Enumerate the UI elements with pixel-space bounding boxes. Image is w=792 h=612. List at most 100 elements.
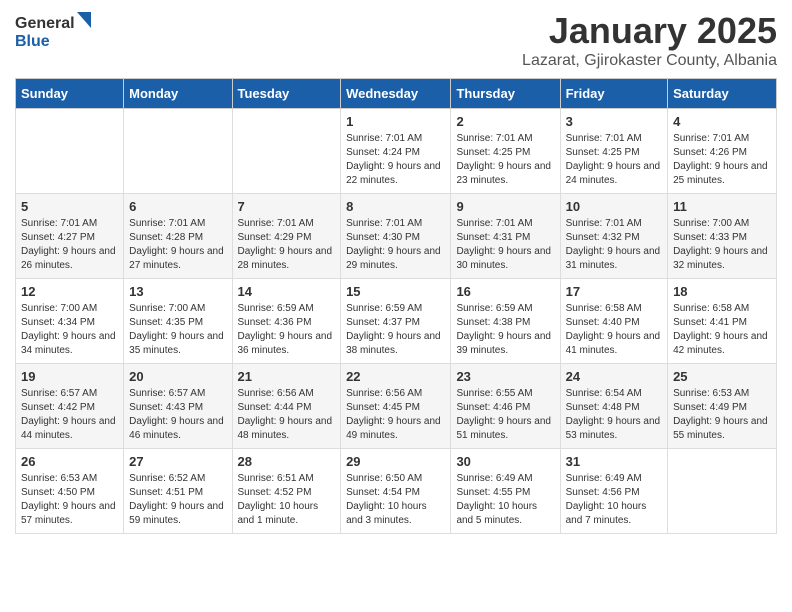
day-content: Sunrise: 7:01 AM Sunset: 4:27 PM Dayligh… xyxy=(21,217,118,273)
calendar-cell: 9 Sunrise: 7:01 AM Sunset: 4:31 PM Daylig… xyxy=(451,194,560,279)
day-number: 3 xyxy=(566,114,662,129)
day-number: 5 xyxy=(21,199,118,214)
day-content: Sunrise: 6:59 AM Sunset: 4:37 PM Dayligh… xyxy=(346,302,445,358)
calendar-cell: 7Sunrise: 7:01 AM Sunset: 4:29 PM Daylig… xyxy=(232,194,341,279)
day-number: 4 xyxy=(673,114,771,129)
day-content: Sunrise: 7:01 AM Sunset: 4:32 PM Dayligh… xyxy=(566,217,662,273)
day-content: Sunrise: 6:50 AM Sunset: 4:54 PM Dayligh… xyxy=(346,472,445,528)
logo: GeneralBlue xyxy=(15,10,95,50)
calendar-cell: 15 Sunrise: 6:59 AM Sunset: 4:37 PM Dayli… xyxy=(341,279,451,364)
calendar-week-row: 1 Sunrise: 7:01 AM Sunset: 4:24 PM Daylig… xyxy=(16,109,777,194)
calendar-cell: 2Sunrise: 7:01 AM Sunset: 4:25 PM Daylig… xyxy=(451,109,560,194)
day-content: Sunrise: 6:57 AM Sunset: 4:43 PM Dayligh… xyxy=(129,387,226,443)
header-monday: Monday xyxy=(124,79,232,109)
day-number: 25 xyxy=(673,369,771,384)
header-friday: Friday xyxy=(560,79,667,109)
calendar-cell: 14Sunrise: 6:59 AM Sunset: 4:36 PM Dayli… xyxy=(232,279,341,364)
day-content: Sunrise: 7:00 AM Sunset: 4:35 PM Dayligh… xyxy=(129,302,226,358)
calendar-cell: 10Sunrise: 7:01 AM Sunset: 4:32 PM Dayli… xyxy=(560,194,667,279)
day-number: 13 xyxy=(129,284,226,299)
day-number: 17 xyxy=(566,284,662,299)
svg-text:Blue: Blue xyxy=(15,33,50,50)
day-content: Sunrise: 6:53 AM Sunset: 4:50 PM Dayligh… xyxy=(21,472,118,528)
calendar-week-row: 12Sunrise: 7:00 AM Sunset: 4:34 PM Dayli… xyxy=(16,279,777,364)
day-content: Sunrise: 6:49 AM Sunset: 4:56 PM Dayligh… xyxy=(566,472,662,528)
day-content: Sunrise: 7:00 AM Sunset: 4:34 PM Dayligh… xyxy=(21,302,118,358)
day-content: Sunrise: 6:52 AM Sunset: 4:51 PM Dayligh… xyxy=(129,472,226,528)
day-content: Sunrise: 7:01 AM Sunset: 4:24 PM Dayligh… xyxy=(346,132,445,188)
day-number: 1 xyxy=(346,114,445,129)
day-content: Sunrise: 6:58 AM Sunset: 4:40 PM Dayligh… xyxy=(566,302,662,358)
calendar-cell: 19 Sunrise: 6:57 AM Sunset: 4:42 PM Dayli… xyxy=(16,364,124,449)
calendar-cell: 4 Sunrise: 7:01 AM Sunset: 4:26 PM Daylig… xyxy=(668,109,777,194)
day-number: 30 xyxy=(456,454,554,469)
day-number: 6 xyxy=(129,199,226,214)
day-content: Sunrise: 6:54 AM Sunset: 4:48 PM Dayligh… xyxy=(566,387,662,443)
day-number: 16 xyxy=(456,284,554,299)
day-number: 15 xyxy=(346,284,445,299)
calendar-cell xyxy=(16,109,124,194)
calendar-cell: 5 Sunrise: 7:01 AM Sunset: 4:27 PM Daylig… xyxy=(16,194,124,279)
day-number: 20 xyxy=(129,369,226,384)
header-saturday: Saturday xyxy=(668,79,777,109)
svg-text:General: General xyxy=(15,15,75,32)
calendar-cell: 26 Sunrise: 6:53 AM Sunset: 4:50 PM Dayli… xyxy=(16,449,124,534)
header-sunday: Sunday xyxy=(16,79,124,109)
day-content: Sunrise: 7:01 AM Sunset: 4:26 PM Dayligh… xyxy=(673,132,771,188)
day-content: Sunrise: 6:57 AM Sunset: 4:42 PM Dayligh… xyxy=(21,387,118,443)
calendar-cell: 30Sunrise: 6:49 AM Sunset: 4:55 PM Dayli… xyxy=(451,449,560,534)
calendar-location: Lazarat, Gjirokaster County, Albania xyxy=(522,52,777,70)
calendar-cell: 11 Sunrise: 7:00 AM Sunset: 4:33 PM Dayli… xyxy=(668,194,777,279)
page-header: GeneralBlue January 2025 Lazarat, Gjirok… xyxy=(15,10,777,70)
calendar-cell xyxy=(124,109,232,194)
day-number: 22 xyxy=(346,369,445,384)
calendar-cell: 16 Sunrise: 6:59 AM Sunset: 4:38 PM Dayli… xyxy=(451,279,560,364)
logo-graphic: GeneralBlue xyxy=(15,10,95,50)
calendar-cell: 12Sunrise: 7:00 AM Sunset: 4:34 PM Dayli… xyxy=(16,279,124,364)
calendar-table: Sunday Monday Tuesday Wednesday Thursday… xyxy=(15,78,777,534)
day-content: Sunrise: 6:51 AM Sunset: 4:52 PM Dayligh… xyxy=(238,472,336,528)
calendar-cell: 6 Sunrise: 7:01 AM Sunset: 4:28 PM Daylig… xyxy=(124,194,232,279)
calendar-cell: 28Sunrise: 6:51 AM Sunset: 4:52 PM Dayli… xyxy=(232,449,341,534)
day-content: Sunrise: 7:01 AM Sunset: 4:30 PM Dayligh… xyxy=(346,217,445,273)
day-number: 29 xyxy=(346,454,445,469)
day-number: 19 xyxy=(21,369,118,384)
calendar-cell: 25Sunrise: 6:53 AM Sunset: 4:49 PM Dayli… xyxy=(668,364,777,449)
day-number: 24 xyxy=(566,369,662,384)
day-number: 11 xyxy=(673,199,771,214)
calendar-cell: 23Sunrise: 6:55 AM Sunset: 4:46 PM Dayli… xyxy=(451,364,560,449)
day-number: 18 xyxy=(673,284,771,299)
day-content: Sunrise: 6:59 AM Sunset: 4:38 PM Dayligh… xyxy=(456,302,554,358)
calendar-week-row: 26 Sunrise: 6:53 AM Sunset: 4:50 PM Dayli… xyxy=(16,449,777,534)
day-number: 26 xyxy=(21,454,118,469)
day-content: Sunrise: 6:56 AM Sunset: 4:44 PM Dayligh… xyxy=(238,387,336,443)
calendar-cell xyxy=(668,449,777,534)
calendar-cell: 8 Sunrise: 7:01 AM Sunset: 4:30 PM Daylig… xyxy=(341,194,451,279)
calendar-cell: 29 Sunrise: 6:50 AM Sunset: 4:54 PM Dayli… xyxy=(341,449,451,534)
day-content: Sunrise: 7:01 AM Sunset: 4:25 PM Dayligh… xyxy=(566,132,662,188)
day-number: 9 xyxy=(456,199,554,214)
calendar-title: January 2025 xyxy=(522,10,777,52)
calendar-week-row: 19 Sunrise: 6:57 AM Sunset: 4:42 PM Dayli… xyxy=(16,364,777,449)
page-container: GeneralBlue January 2025 Lazarat, Gjirok… xyxy=(0,0,792,544)
title-block: January 2025 Lazarat, Gjirokaster County… xyxy=(522,10,777,70)
day-number: 8 xyxy=(346,199,445,214)
calendar-cell: 27 Sunrise: 6:52 AM Sunset: 4:51 PM Dayli… xyxy=(124,449,232,534)
calendar-cell: 1 Sunrise: 7:01 AM Sunset: 4:24 PM Daylig… xyxy=(341,109,451,194)
day-number: 27 xyxy=(129,454,226,469)
day-content: Sunrise: 6:58 AM Sunset: 4:41 PM Dayligh… xyxy=(673,302,771,358)
day-number: 21 xyxy=(238,369,336,384)
day-number: 7 xyxy=(238,199,336,214)
day-number: 2 xyxy=(456,114,554,129)
day-number: 31 xyxy=(566,454,662,469)
day-content: Sunrise: 7:00 AM Sunset: 4:33 PM Dayligh… xyxy=(673,217,771,273)
day-content: Sunrise: 6:56 AM Sunset: 4:45 PM Dayligh… xyxy=(346,387,445,443)
calendar-cell: 17 Sunrise: 6:58 AM Sunset: 4:40 PM Dayli… xyxy=(560,279,667,364)
day-content: Sunrise: 6:59 AM Sunset: 4:36 PM Dayligh… xyxy=(238,302,336,358)
calendar-cell: 31 Sunrise: 6:49 AM Sunset: 4:56 PM Dayli… xyxy=(560,449,667,534)
header-wednesday: Wednesday xyxy=(341,79,451,109)
day-content: Sunrise: 7:01 AM Sunset: 4:31 PM Dayligh… xyxy=(456,217,554,273)
calendar-cell: 3 Sunrise: 7:01 AM Sunset: 4:25 PM Daylig… xyxy=(560,109,667,194)
day-content: Sunrise: 7:01 AM Sunset: 4:28 PM Dayligh… xyxy=(129,217,226,273)
calendar-cell: 24 Sunrise: 6:54 AM Sunset: 4:48 PM Dayli… xyxy=(560,364,667,449)
